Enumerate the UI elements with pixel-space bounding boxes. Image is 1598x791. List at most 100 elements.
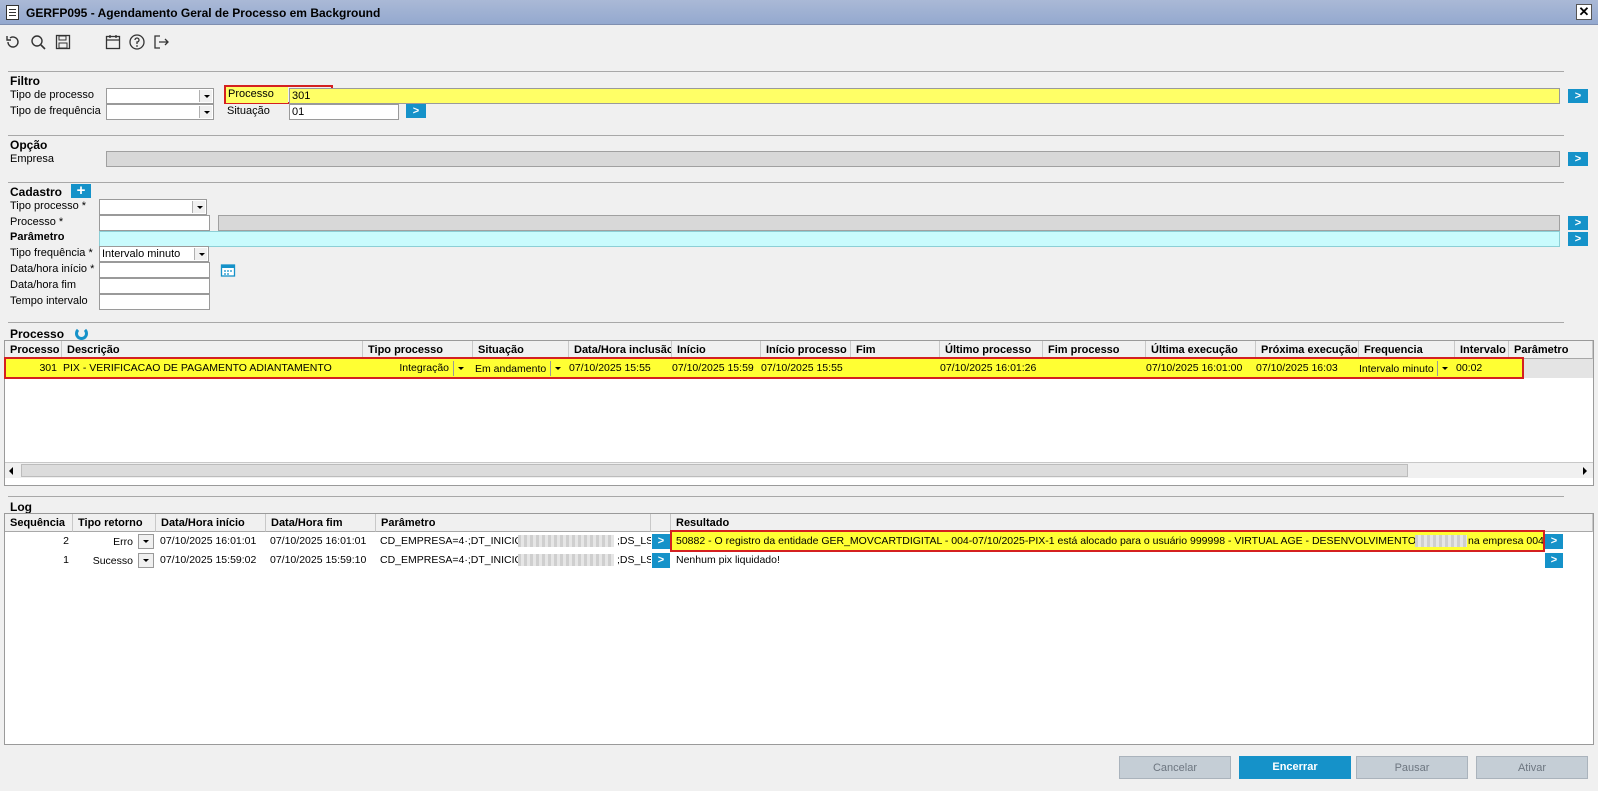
cell-ultimo-processo: 07/10/2025 16:01:26	[940, 362, 1037, 374]
cancelar-button[interactable]: Cancelar	[1119, 756, 1231, 779]
tipo-processo-select[interactable]	[106, 88, 214, 104]
data-fim-input[interactable]	[99, 278, 210, 294]
divider	[8, 71, 1564, 72]
title-bar: GERFP095 - Agendamento Geral de Processo…	[0, 0, 1598, 25]
processo-title: Processo	[10, 327, 65, 341]
col-sequencia[interactable]: Sequência	[5, 514, 73, 532]
help-icon[interactable]	[127, 32, 147, 52]
tipo-frequencia-label: Tipo de frequência	[10, 105, 101, 117]
chevron-down-icon[interactable]	[199, 106, 212, 118]
close-button[interactable]: ✕	[1576, 4, 1592, 20]
empresa-go-button[interactable]: >	[1568, 152, 1588, 166]
data-inicio-label: Data/hora início *	[10, 263, 95, 275]
app-document-icon	[6, 5, 19, 20]
chevron-down-icon[interactable]	[453, 361, 467, 376]
pausar-button[interactable]: Pausar	[1356, 756, 1468, 779]
redacted-text	[518, 554, 614, 566]
cell-log-inicio: 07/10/2025 15:59:02	[160, 554, 257, 566]
ativar-button[interactable]: Ativar	[1476, 756, 1588, 779]
cell-log-param-b: ;DS_LS	[617, 535, 651, 547]
save-icon[interactable]	[53, 32, 73, 52]
cell-resultado: 50882 - O registro da entidade GER_MOVCA…	[676, 535, 1417, 547]
cad-processo-label: Processo *	[10, 216, 64, 228]
cad-tipo-frequencia-label: Tipo frequência *	[10, 247, 93, 259]
horizontal-scrollbar[interactable]	[5, 462, 1593, 478]
empresa-field[interactable]	[106, 151, 1560, 167]
chevron-down-icon[interactable]	[192, 201, 205, 213]
col-data-hora-inicio[interactable]: Data/Hora início	[156, 514, 266, 532]
resultado-go-button[interactable]: >	[1545, 534, 1563, 549]
resultado-go-button[interactable]: >	[1545, 553, 1563, 568]
cad-tipo-frequencia-select[interactable]: Intervalo minuto	[99, 246, 209, 262]
empresa-label: Empresa	[10, 153, 55, 165]
cell-log-fim: 07/10/2025 16:01:01	[270, 535, 367, 547]
cell-log-param-b: ;DS_LS	[617, 554, 651, 566]
search-icon[interactable]	[28, 32, 48, 52]
situacao-input[interactable]: 01	[289, 104, 399, 120]
chevron-down-icon[interactable]	[550, 361, 564, 376]
scrollbar-thumb[interactable]	[21, 464, 1408, 477]
cell-seq: 1	[63, 554, 69, 566]
redacted-text	[1415, 535, 1467, 547]
chevron-down-icon[interactable]	[194, 248, 207, 260]
processo-filter-input[interactable]: 301	[289, 88, 1560, 104]
cell-tipo-retorno: Erro	[113, 536, 133, 548]
refresh-icon[interactable]	[75, 327, 88, 340]
cell-log-fim: 07/10/2025 15:59:10	[270, 554, 367, 566]
situacao-go-button[interactable]: >	[406, 104, 426, 118]
cell-ultima-execucao: 07/10/2025 16:01:00	[1146, 362, 1243, 374]
cad-processo-input[interactable]	[99, 215, 210, 231]
cell-inicio-processo: 07/10/2025 15:55	[761, 362, 843, 374]
tempo-intervalo-label: Tempo intervalo	[10, 295, 88, 307]
col-tipo-retorno[interactable]: Tipo retorno	[73, 514, 156, 532]
calendar-picker-icon[interactable]	[220, 262, 236, 278]
cell-tipo-processo: Integração	[399, 362, 449, 374]
parametro-input[interactable]	[99, 231, 1560, 247]
cell-descricao: PIX - VERIFICACAO DE PAGAMENTO ADIANTAME…	[63, 362, 332, 374]
cell-resultado: Nenhum pix liquidado!	[676, 554, 780, 566]
cell-resultado-tail: na empresa 004	[1468, 535, 1543, 547]
divider	[8, 322, 1564, 323]
chevron-down-icon[interactable]	[138, 553, 154, 568]
cell-log-param-a: CD_EMPRESA=4·;DT_INICIO=	[380, 554, 520, 566]
col-data-hora-fim[interactable]: Data/Hora fim	[266, 514, 376, 532]
exit-icon[interactable]	[151, 32, 171, 52]
log-param-go-button[interactable]: >	[652, 534, 670, 549]
divider	[8, 135, 1564, 136]
cell-data-inclusao: 07/10/2025 15:55	[569, 362, 651, 374]
data-inicio-input[interactable]	[99, 262, 210, 278]
cell-inicio: 07/10/2025 15:59	[672, 362, 754, 374]
cell-proxima-execucao: 07/10/2025 16:03	[1256, 362, 1338, 374]
cad-processo-go-button[interactable]: >	[1568, 216, 1588, 230]
cell-situacao: Em andamento	[475, 363, 547, 375]
toolbar	[0, 26, 1598, 58]
chevron-down-icon[interactable]	[1437, 361, 1451, 376]
redacted-text	[518, 535, 614, 547]
undo-icon[interactable]	[3, 32, 23, 52]
cad-tipo-processo-label: Tipo processo *	[10, 200, 87, 212]
opcao-title: Opção	[10, 138, 48, 152]
filtro-go-button[interactable]: >	[1568, 89, 1588, 103]
log-param-go-button[interactable]: >	[652, 553, 670, 568]
cadastro-title: Cadastro	[10, 185, 63, 199]
tempo-intervalo-input[interactable]	[99, 294, 210, 310]
data-fim-label: Data/hora fim	[10, 279, 77, 291]
add-cadastro-button[interactable]: +	[71, 183, 91, 198]
scroll-left-icon[interactable]	[9, 467, 13, 475]
parametro-label: Parâmetro	[10, 231, 65, 243]
tipo-processo-label: Tipo de processo	[10, 89, 94, 101]
cell-log-inicio: 07/10/2025 16:01:01	[160, 535, 257, 547]
parametro-go-button[interactable]: >	[1568, 232, 1588, 246]
cad-tipo-processo-select[interactable]	[99, 199, 207, 215]
scroll-right-icon[interactable]	[1583, 467, 1587, 475]
cad-processo-description	[218, 215, 1560, 231]
col-log-parametro[interactable]: Parâmetro	[376, 514, 651, 532]
tipo-frequencia-select[interactable]	[106, 104, 214, 120]
encerrar-button[interactable]: Encerrar	[1239, 756, 1351, 779]
cell-log-param-a: CD_EMPRESA=4·;DT_INICIO=	[380, 535, 520, 547]
chevron-down-icon[interactable]	[138, 534, 154, 549]
calendar-icon[interactable]	[103, 32, 123, 52]
chevron-down-icon[interactable]	[199, 90, 212, 102]
situacao-label: Situação	[227, 105, 270, 117]
divider	[8, 182, 1564, 183]
